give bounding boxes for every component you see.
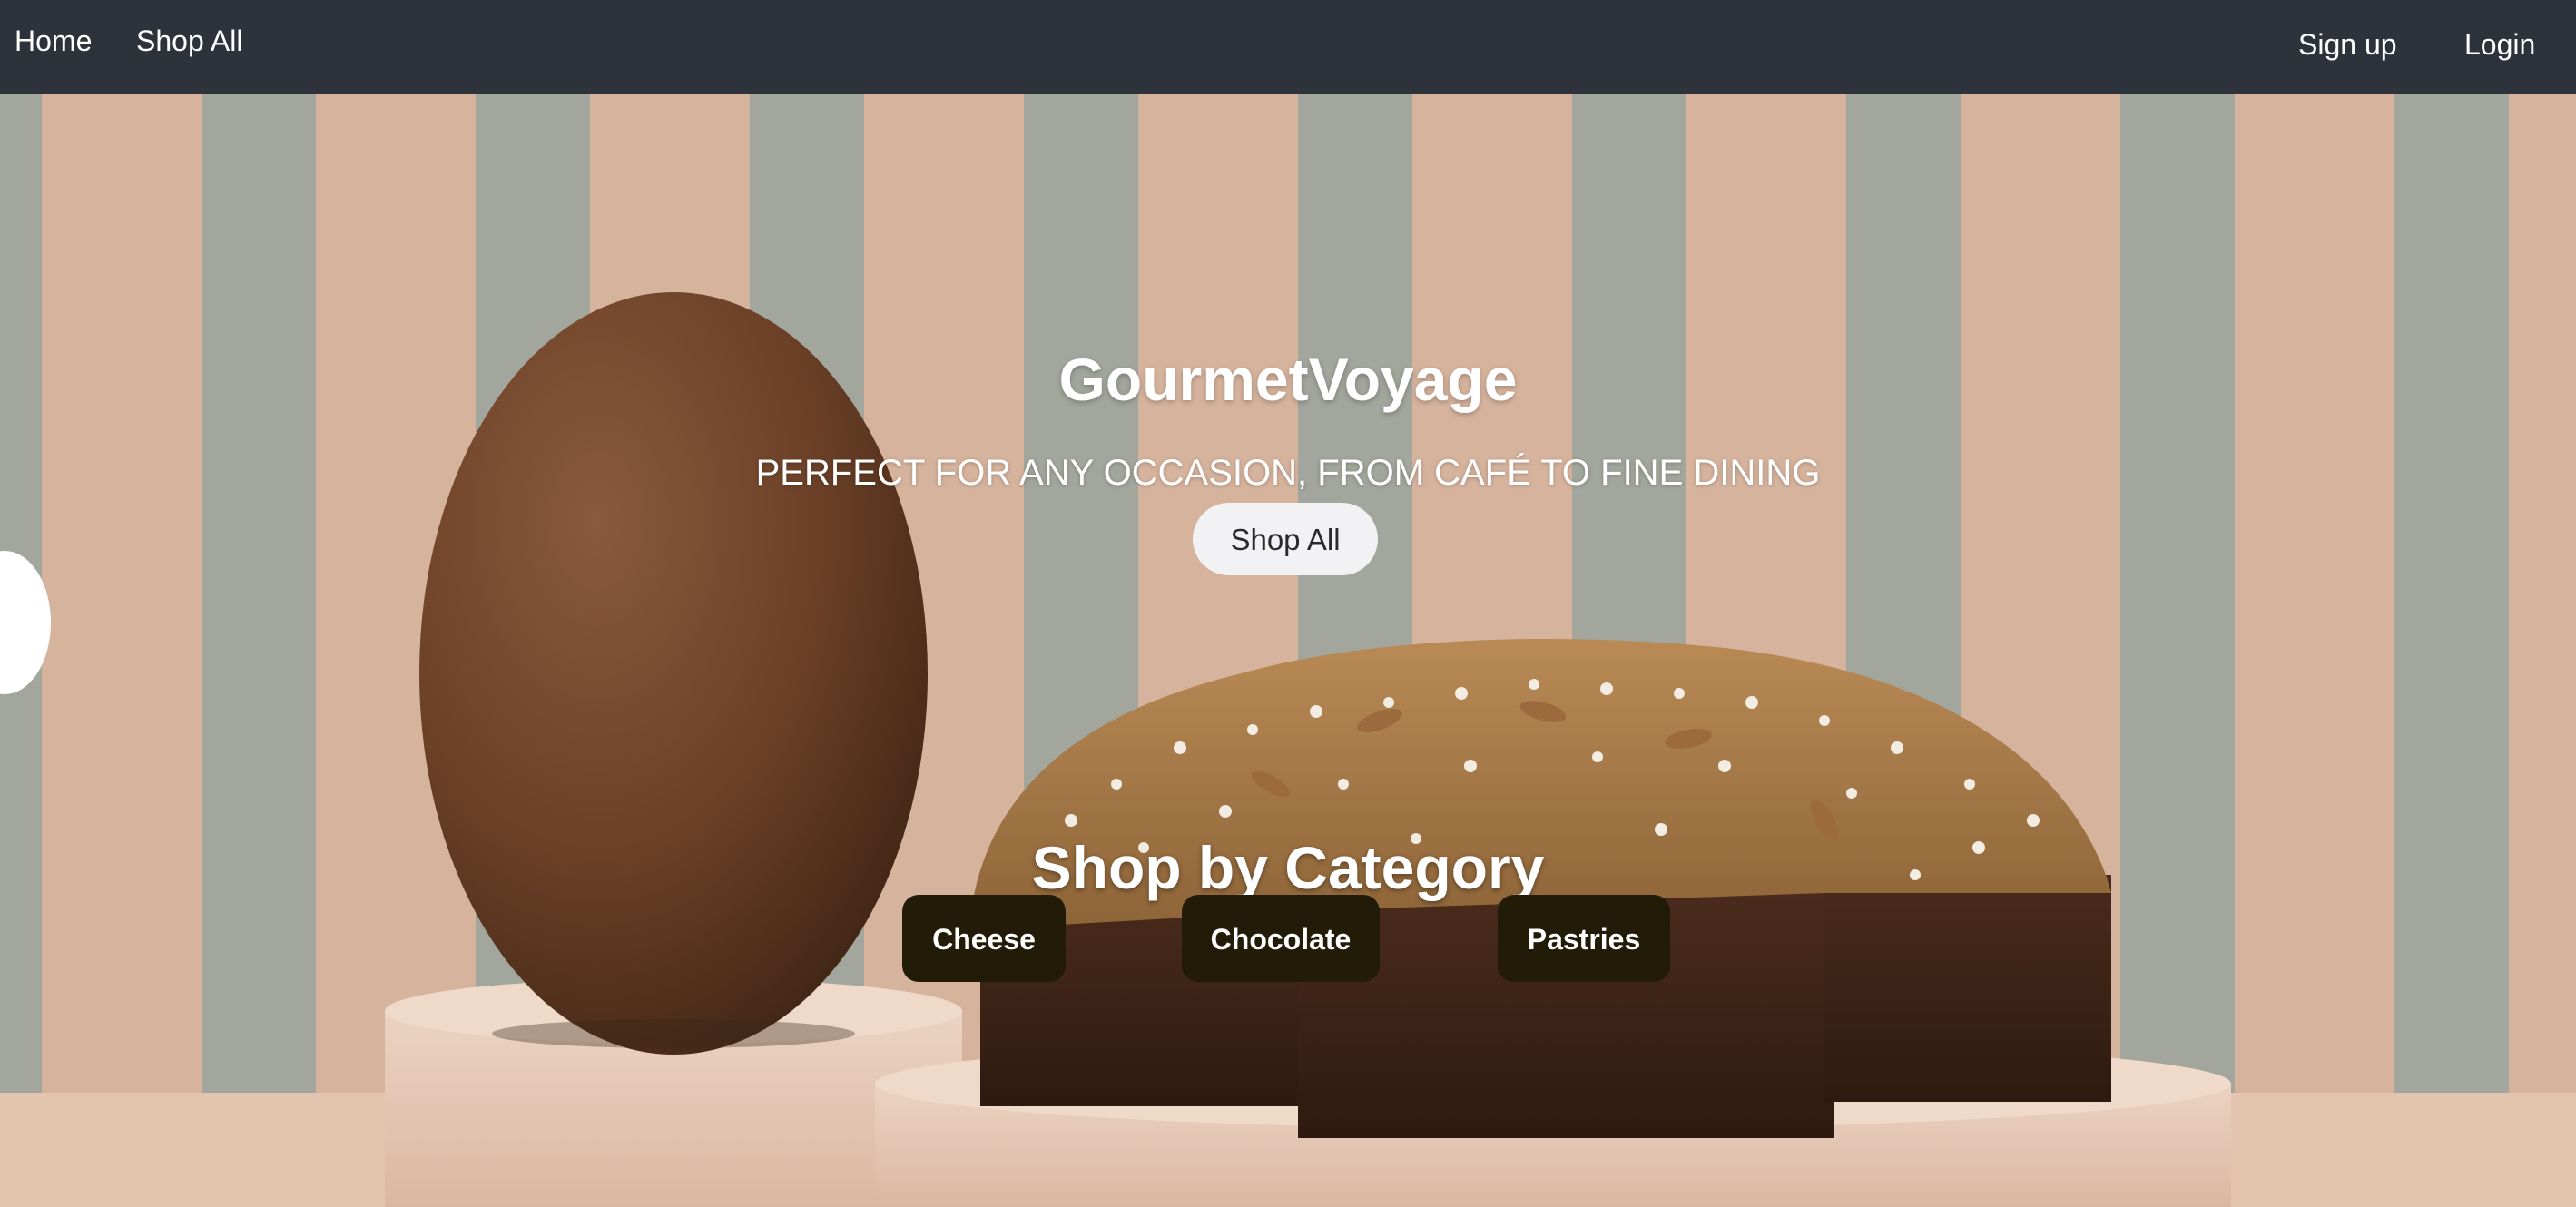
top-navbar: Home Shop All Sign up Login [0, 0, 2576, 94]
hero-background-image [0, 292, 2576, 1207]
category-pastries-button[interactable]: Pastries [1498, 895, 1670, 982]
hero-title: GourmetVoyage [1058, 346, 1518, 414]
hero-banner: GourmetVoyage PERFECT FOR ANY OCCASION, … [0, 94, 2576, 1207]
hero-shop-all-button[interactable]: Shop All [1193, 503, 1378, 575]
nav-login-link[interactable]: Login [2464, 26, 2535, 63]
nav-sign-up-link[interactable]: Sign up [2298, 26, 2397, 63]
nav-home-link[interactable]: Home [15, 23, 92, 59]
nav-shop-all-link[interactable]: Shop All [136, 23, 242, 59]
category-cheese-button[interactable]: Cheese [902, 895, 1066, 982]
hero-subtitle: PERFECT FOR ANY OCCASION, FROM CAFÉ TO F… [755, 453, 1821, 493]
shop-by-category-title: Shop by Category [1031, 833, 1545, 901]
category-chocolate-button[interactable]: Chocolate [1182, 895, 1380, 982]
